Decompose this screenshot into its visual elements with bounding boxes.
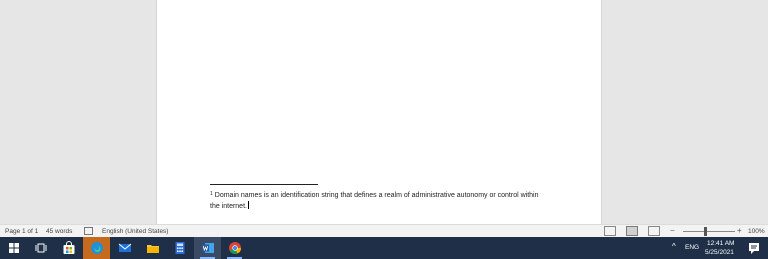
store-button[interactable] [55,237,82,259]
zoom-level[interactable]: 100% [748,228,765,235]
zoom-slider[interactable] [683,231,735,232]
mail-icon [118,243,132,252]
chrome-icon [229,242,242,255]
chrome-button[interactable] [221,237,248,259]
input-language[interactable]: ENG [685,244,699,251]
footnote-number: 1 [210,191,213,197]
store-icon [63,241,75,254]
document-canvas[interactable]: 1 Domain names is an identification strin… [0,0,768,224]
read-mode-view-button[interactable] [604,226,616,236]
notifications-button[interactable] [740,237,768,259]
web-layout-view-button[interactable] [648,226,660,236]
taskbar: ^ ENG 12:41 AM 5/25/2021 [0,237,768,259]
print-layout-view-button[interactable] [626,226,638,236]
folder-icon [147,245,159,253]
footnote-text: Domain names is an identification string… [210,192,539,210]
word-button[interactable] [194,237,221,259]
page-count[interactable]: Page 1 of 1 [5,228,38,235]
clock-date[interactable]: 5/25/2021 [705,249,734,256]
document-page[interactable]: 1 Domain names is an identification strin… [157,0,601,224]
zoom-out-button[interactable]: − [670,226,675,235]
file-explorer-button[interactable] [139,237,166,259]
task-view-button[interactable] [27,237,54,259]
tray-chevron-icon[interactable]: ^ [672,242,676,251]
task-view-icon [35,243,47,253]
calculator-button[interactable] [166,237,193,259]
footnote[interactable]: 1 Domain names is an identification strin… [210,189,550,212]
edge-button[interactable] [83,237,110,259]
language-status[interactable]: English (United States) [102,228,168,235]
proofing-icon[interactable] [84,227,93,235]
edge-icon [91,242,103,254]
calculator-icon [175,242,185,254]
notification-icon [749,243,759,254]
word-count[interactable]: 45 words [46,228,72,235]
clock-time[interactable]: 12:41 AM [707,240,734,247]
zoom-slider-thumb[interactable] [704,227,707,236]
status-bar: Page 1 of 1 45 words English (United Sta… [0,224,768,238]
start-button[interactable] [0,237,27,259]
word-icon [202,243,214,253]
zoom-in-button[interactable]: + [737,226,742,235]
text-cursor [247,201,249,209]
footnote-separator [210,184,318,185]
mail-button[interactable] [111,237,138,259]
windows-icon [9,243,19,253]
